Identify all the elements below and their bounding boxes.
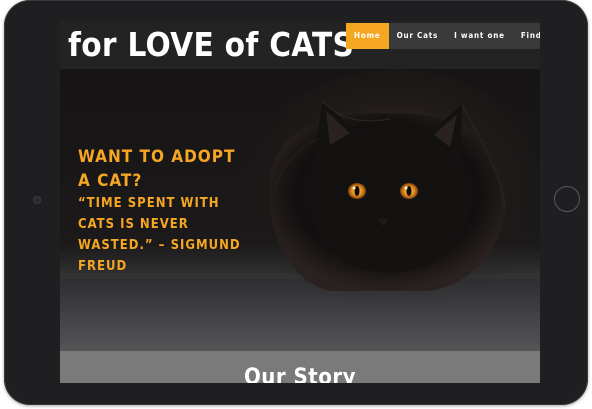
navbar: for LOVE of CATS Home Our Cats I want on… [60,21,540,69]
tablet-screen: for LOVE of CATS Home Our Cats I want on… [60,21,540,383]
camera-icon [33,196,41,204]
nav-item-find-us[interactable]: Find Us [512,23,540,49]
nav-item-home[interactable]: Home [346,23,389,49]
home-button-icon[interactable] [554,186,580,212]
our-story-section: Our Story [60,351,540,383]
hero-text: WANT TO ADOPT A CAT? “TIME SPENT WITH CA… [78,145,248,277]
nav-item-our-cats[interactable]: Our Cats [388,23,447,49]
hero-section: WANT TO ADOPT A CAT? “TIME SPENT WITH CA… [60,69,540,351]
hero-quote: “TIME SPENT WITH CATS IS NEVER WASTED.” … [78,196,241,274]
story-title: Our Story [243,365,357,383]
nav-item-i-want-one[interactable]: I want one [446,23,513,49]
hero-title: WANT TO ADOPT A CAT? [78,147,236,191]
main-nav: Home Our Cats I want one Find Us [346,23,540,49]
site-brand[interactable]: for LOVE of CATS [68,25,354,64]
tablet-frame: for LOVE of CATS Home Our Cats I want on… [4,0,588,405]
